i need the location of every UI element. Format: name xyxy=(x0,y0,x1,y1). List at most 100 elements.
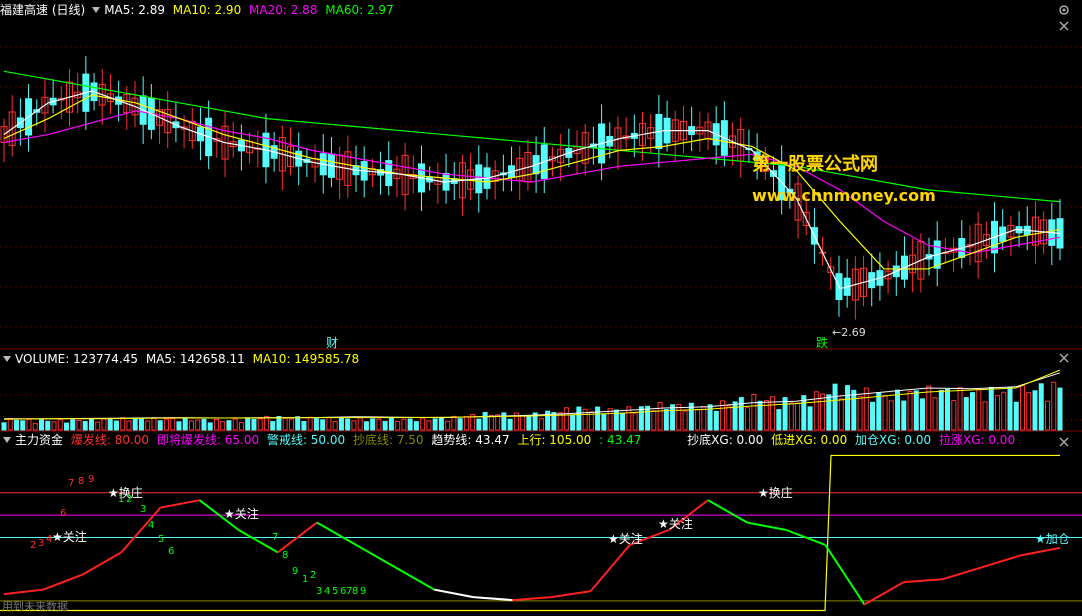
low-price-value: 2.69 xyxy=(841,326,866,339)
extra-label: : 43.47 xyxy=(599,433,642,447)
volume-bar xyxy=(338,417,344,431)
volume-bar xyxy=(726,405,732,431)
trend-segment xyxy=(473,596,513,602)
volume-bar xyxy=(870,401,876,431)
volume-bar xyxy=(745,407,751,431)
volume-bar xyxy=(1026,392,1032,431)
volume-bar xyxy=(563,407,569,431)
lazhang-xg-label: 拉涨XG: 0.00 xyxy=(938,433,1016,447)
volume-bar xyxy=(76,419,82,431)
volume-bar xyxy=(520,415,526,431)
volume-bar xyxy=(970,392,976,431)
event-marker-die[interactable]: 跌 xyxy=(816,334,828,351)
settings-icon[interactable] xyxy=(1058,4,1070,16)
volume-bar xyxy=(70,419,76,431)
volume-bar xyxy=(1032,390,1038,431)
volume-bar xyxy=(476,418,482,431)
volume-bar xyxy=(963,397,969,431)
dropdown-triangle-icon[interactable] xyxy=(3,356,11,362)
trend-segment xyxy=(942,566,983,581)
watermark-url: www.chnmoney.com xyxy=(752,186,936,205)
volume-bar xyxy=(1045,400,1051,431)
count-digit: 8 xyxy=(282,550,289,561)
volume-bar xyxy=(945,388,951,431)
dropdown-triangle-icon[interactable] xyxy=(92,7,101,13)
volume-bar xyxy=(238,422,244,431)
close-icon[interactable] xyxy=(1058,436,1070,448)
volume-bar xyxy=(376,418,382,431)
volume-bar xyxy=(507,418,513,431)
count-digit: 3 xyxy=(38,538,45,549)
volume-bar xyxy=(813,391,819,431)
close-icon[interactable] xyxy=(1058,352,1070,364)
trend-segment xyxy=(981,554,1022,569)
qu-shi-label: 趋势线: 43.47 xyxy=(431,433,510,447)
trend-segment xyxy=(81,551,122,576)
volume-bar xyxy=(788,402,794,431)
trend-segment xyxy=(42,573,83,591)
dropdown-triangle-icon[interactable] xyxy=(3,437,11,443)
volume-bar xyxy=(363,421,369,431)
volume-bar xyxy=(663,409,669,431)
trend-segment xyxy=(707,499,748,524)
count-digit: 4 xyxy=(324,586,331,597)
count-digit: 3 xyxy=(140,504,147,515)
volume-bar xyxy=(713,410,719,431)
trend-segment xyxy=(316,521,357,546)
volume-panel xyxy=(1,369,1063,431)
count-digit: 2 xyxy=(30,540,37,551)
count-digit: 1 xyxy=(118,494,125,505)
volume-bar xyxy=(488,415,494,431)
volume-bar xyxy=(926,385,932,431)
volume-bar xyxy=(220,421,226,431)
volume-bar xyxy=(1,422,7,431)
volume-bar xyxy=(995,395,1001,431)
volume-bar xyxy=(88,418,94,431)
volume-bar xyxy=(95,421,101,431)
volume-bar xyxy=(888,400,894,431)
volume-bar xyxy=(920,398,926,431)
volume-bar xyxy=(1051,381,1057,431)
volume-bar xyxy=(838,398,844,431)
volume-ma5-label: MA5: 142658.11 xyxy=(145,352,245,366)
volume-bar xyxy=(45,420,51,431)
volume-bar xyxy=(388,417,394,431)
count-digit: 1 xyxy=(302,574,309,585)
stock-title[interactable]: 福建高速 (日线) xyxy=(0,3,85,17)
volume-bar xyxy=(1038,383,1044,431)
low-price-marker: ←2.69 xyxy=(832,326,866,339)
volume-bar xyxy=(932,397,938,431)
volume-bar xyxy=(863,387,869,431)
volume-bar xyxy=(807,406,813,431)
shang-xing-line xyxy=(0,454,1060,612)
volume-bar xyxy=(951,399,957,431)
ma5-label: MA5: 2.89 xyxy=(104,3,165,17)
count-digit: 5 xyxy=(332,586,339,597)
volume-bar xyxy=(732,401,738,431)
signal-label: ★关注 xyxy=(224,507,259,521)
jiacang-xg-label: 加仓XG: 0.00 xyxy=(855,433,932,447)
volume-label: VOLUME: 123774.45 xyxy=(15,352,138,366)
trend-segment xyxy=(551,590,591,599)
volume-bar xyxy=(426,420,432,431)
volume-bar xyxy=(195,419,201,431)
event-marker-cai[interactable]: 财 xyxy=(326,334,338,351)
volume-bar xyxy=(126,420,132,431)
volume-bar xyxy=(301,420,307,431)
count-digit: 4 xyxy=(148,520,155,531)
indicator-name[interactable]: 主力资金 xyxy=(15,433,63,447)
ma20-label: MA20: 2.88 xyxy=(249,3,318,17)
jing-jie-label: 警戒线: 50.00 xyxy=(266,433,346,447)
indicator-panel xyxy=(0,454,1082,612)
close-icon[interactable] xyxy=(1058,20,1070,32)
volume-bar xyxy=(882,395,888,431)
volume-bar xyxy=(188,420,194,431)
volume-bar xyxy=(938,390,944,431)
volume-bar xyxy=(782,397,788,431)
chart-canvas xyxy=(0,46,1082,612)
volume-bar xyxy=(307,416,313,431)
volume-bar xyxy=(32,422,38,431)
volume-bar xyxy=(432,418,438,431)
trend-segment xyxy=(160,499,200,509)
volume-bar xyxy=(638,406,644,431)
